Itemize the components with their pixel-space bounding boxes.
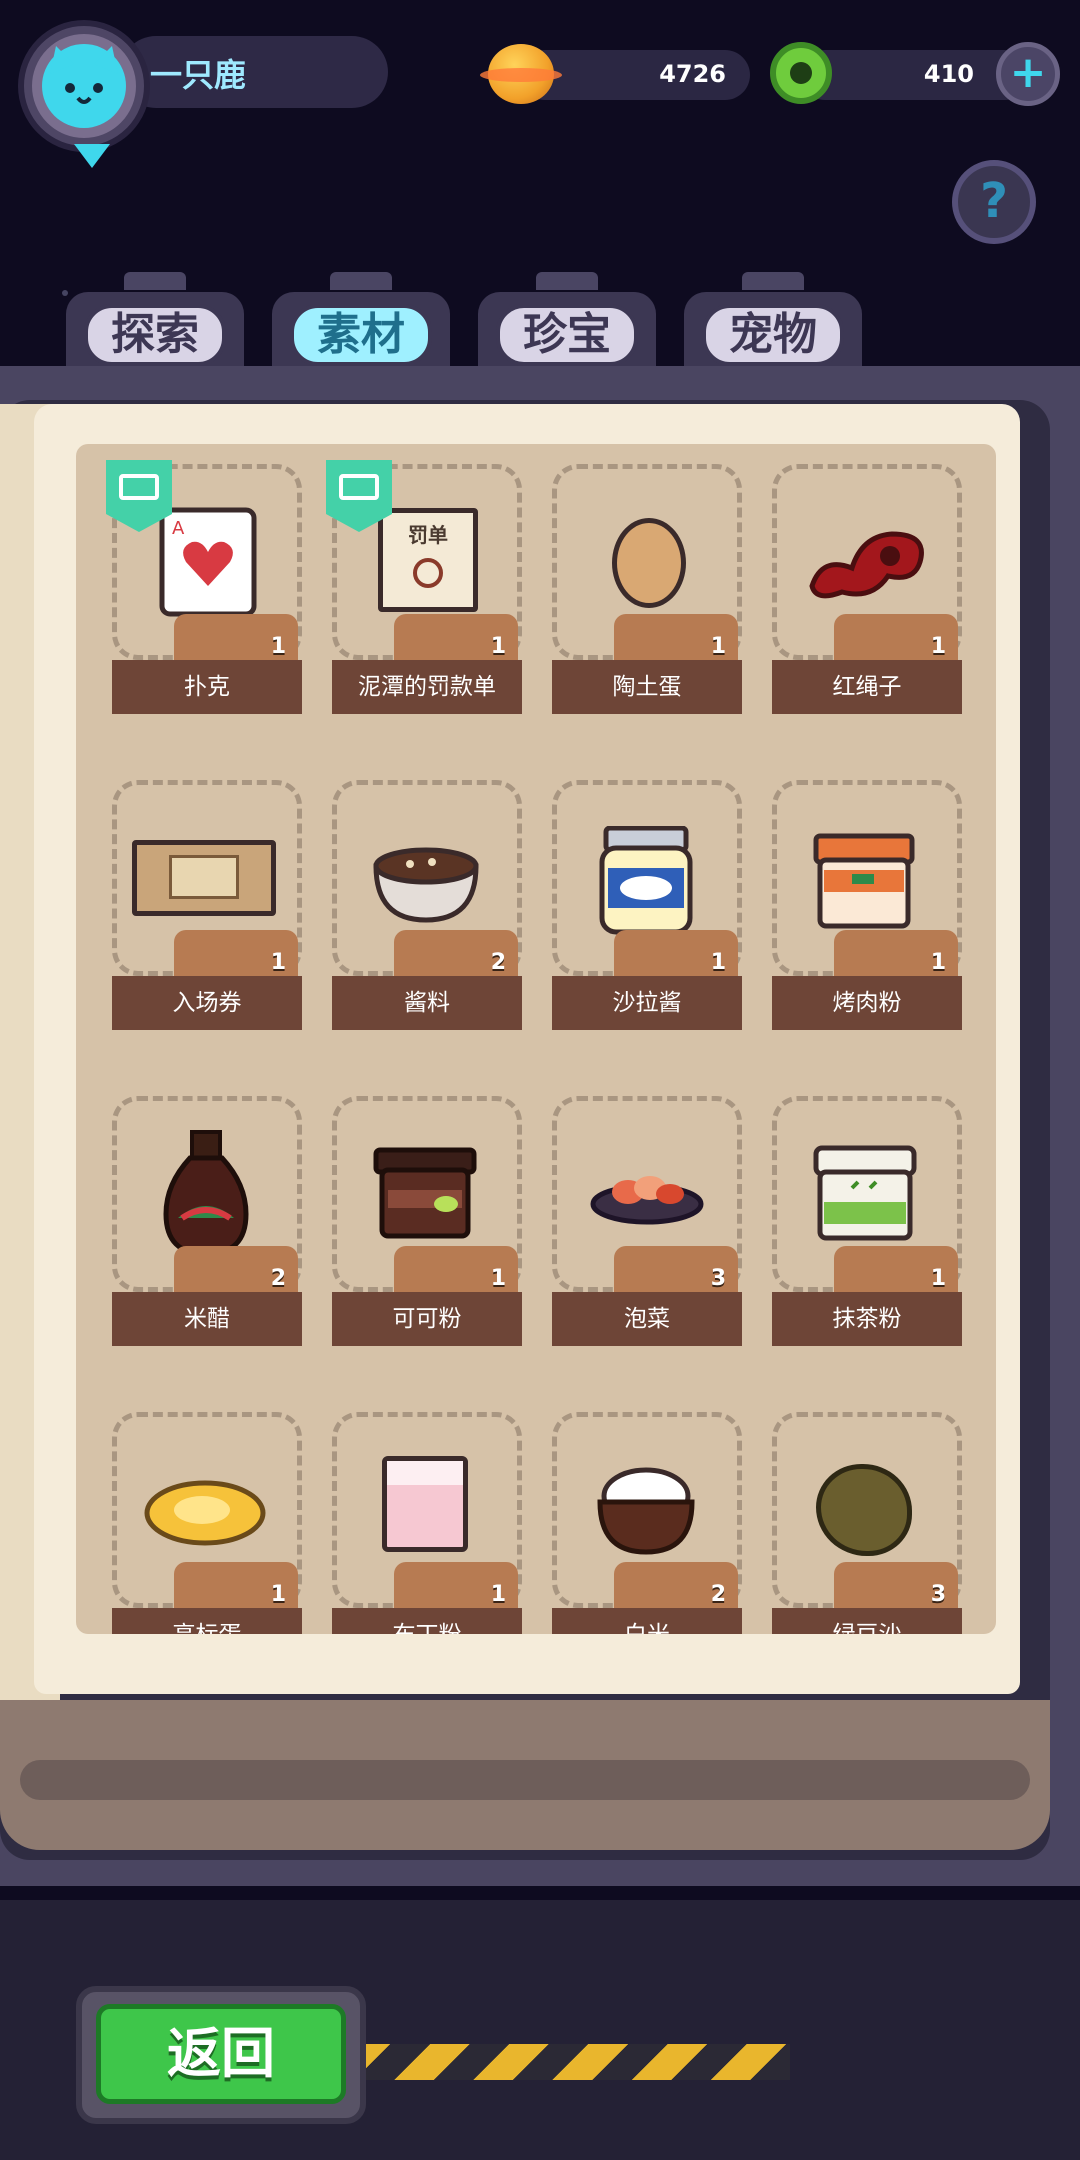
building-icon <box>169 855 239 899</box>
item-count: 2 <box>490 950 506 975</box>
item-count: 3 <box>710 1266 726 1291</box>
material-card-cocoa-powder[interactable]: 1 可可粉 <box>332 1096 522 1346</box>
item-count: 1 <box>490 634 506 659</box>
material-card-bbq-powder[interactable]: 1 烤肉粉 <box>772 780 962 1030</box>
item-name: 可可粉 <box>332 1292 522 1346</box>
tab-label: 宠物 <box>702 304 844 366</box>
help-button[interactable]: ? <box>952 160 1036 244</box>
item-count: 2 <box>270 1266 286 1291</box>
item-name: 沙拉酱 <box>552 976 742 1030</box>
item-count: 1 <box>710 950 726 975</box>
item-count: 1 <box>710 634 726 659</box>
item-count: 1 <box>930 950 946 975</box>
book-spine <box>0 1700 1050 1850</box>
material-card-white-rice[interactable]: 2 白米 <box>552 1412 742 1634</box>
admission-ticket-icon <box>132 840 276 916</box>
item-name: 扑克 <box>112 660 302 714</box>
item-count: 1 <box>270 950 286 975</box>
item-name: 抹茶粉 <box>772 1292 962 1346</box>
tab-label: 珍宝 <box>496 304 638 366</box>
package-top <box>387 1461 463 1485</box>
star-decoration <box>62 290 68 296</box>
green-donut-gem-icon <box>770 42 832 104</box>
material-card-clay-egg[interactable]: 1 陶土蛋 <box>552 464 742 714</box>
item-count: 1 <box>490 1582 506 1607</box>
material-card-poker[interactable]: A 1 扑克 <box>106 460 302 714</box>
tab-knob <box>536 272 598 290</box>
item-count: 3 <box>930 1582 946 1607</box>
material-card-rice-vinegar[interactable]: 2 米醋 <box>112 1096 302 1346</box>
back-button[interactable]: 返回 <box>76 1986 366 2124</box>
item-count: 1 <box>490 1266 506 1291</box>
item-count: 1 <box>270 1582 286 1607</box>
tab-knob <box>742 272 804 290</box>
item-count: 1 <box>930 634 946 659</box>
sauce-bowl-icon <box>370 840 482 930</box>
fine-ticket-icon: 罚单 <box>378 508 478 612</box>
playing-card-icon: A <box>158 506 258 622</box>
materials-grid[interactable]: A 1 扑克 罚单 1 泥潭的罚款单 1 陶土蛋 1 红绳子 1 入场券 2 酱… <box>76 444 996 1634</box>
mung-bean-paste-icon <box>816 1464 912 1556</box>
item-name: 泡菜 <box>552 1292 742 1346</box>
rice-bowl-icon <box>596 1462 696 1560</box>
item-name: 米醋 <box>112 1292 302 1346</box>
bbq-powder-icon <box>812 832 916 934</box>
item-name: 泥潭的罚款单 <box>332 660 522 714</box>
material-card-kimchi[interactable]: 3 泡菜 <box>552 1096 742 1346</box>
tab-label: 探索 <box>84 304 226 366</box>
add-gems-button[interactable]: + <box>996 42 1060 106</box>
item-name: 陶土蛋 <box>552 660 742 714</box>
material-card-pudding-powder[interactable]: 1 布丁粉 <box>332 1412 522 1634</box>
red-rope-icon <box>802 516 932 610</box>
material-card-matcha-powder[interactable]: 1 抹茶粉 <box>772 1096 962 1346</box>
fried-egg-icon <box>142 1478 268 1552</box>
item-name: 白米 <box>552 1608 742 1634</box>
svg-text:A: A <box>172 518 185 539</box>
material-card-sauce[interactable]: 2 酱料 <box>332 780 522 1030</box>
material-card-mayonnaise[interactable]: 1 沙拉酱 <box>552 780 742 1030</box>
rice-vinegar-bottle-icon <box>160 1130 252 1262</box>
tab-knob <box>124 272 186 290</box>
stamp-icon <box>413 558 443 588</box>
matcha-powder-icon <box>812 1144 918 1246</box>
location-pin-icon <box>74 144 110 168</box>
pudding-powder-icon <box>382 1456 468 1552</box>
item-count: 1 <box>930 1266 946 1291</box>
item-name: 入场券 <box>112 976 302 1030</box>
coin-value: 4726 <box>659 60 726 88</box>
item-name: 高标蛋 <box>112 1608 302 1634</box>
item-name: 红绳子 <box>772 660 962 714</box>
cocoa-powder-icon <box>372 1146 478 1244</box>
player-name: 一只鹿 <box>150 56 247 94</box>
item-count: 1 <box>270 634 286 659</box>
clay-egg-icon <box>612 518 686 608</box>
player-avatar[interactable] <box>24 26 144 168</box>
material-card-fine-ticket[interactable]: 罚单 1 泥潭的罚款单 <box>326 460 522 714</box>
item-count: 2 <box>710 1582 726 1607</box>
kimchi-icon <box>588 1166 706 1230</box>
gem-value: 410 <box>923 60 974 88</box>
tab-knob <box>330 272 392 290</box>
mayonnaise-jar-icon <box>596 825 696 940</box>
item-name: 烤肉粉 <box>772 976 962 1030</box>
back-button-label: 返回 <box>96 2004 346 2104</box>
cat-face-icon <box>42 44 126 128</box>
tab-label: 素材 <box>290 304 432 366</box>
ticket-text: 罚单 <box>408 523 448 547</box>
item-name: 布丁粉 <box>332 1608 522 1634</box>
item-name: 绿豆沙 <box>772 1608 962 1634</box>
item-name: 酱料 <box>332 976 522 1030</box>
material-card-fried-egg[interactable]: 1 高标蛋 <box>112 1412 302 1634</box>
material-card-red-rope[interactable]: 1 红绳子 <box>772 464 962 714</box>
material-card-admission-ticket[interactable]: 1 入场券 <box>112 780 302 1030</box>
material-card-mung-bean-paste[interactable]: 3 绿豆沙 <box>772 1412 962 1634</box>
planet-coin-icon <box>480 44 562 104</box>
